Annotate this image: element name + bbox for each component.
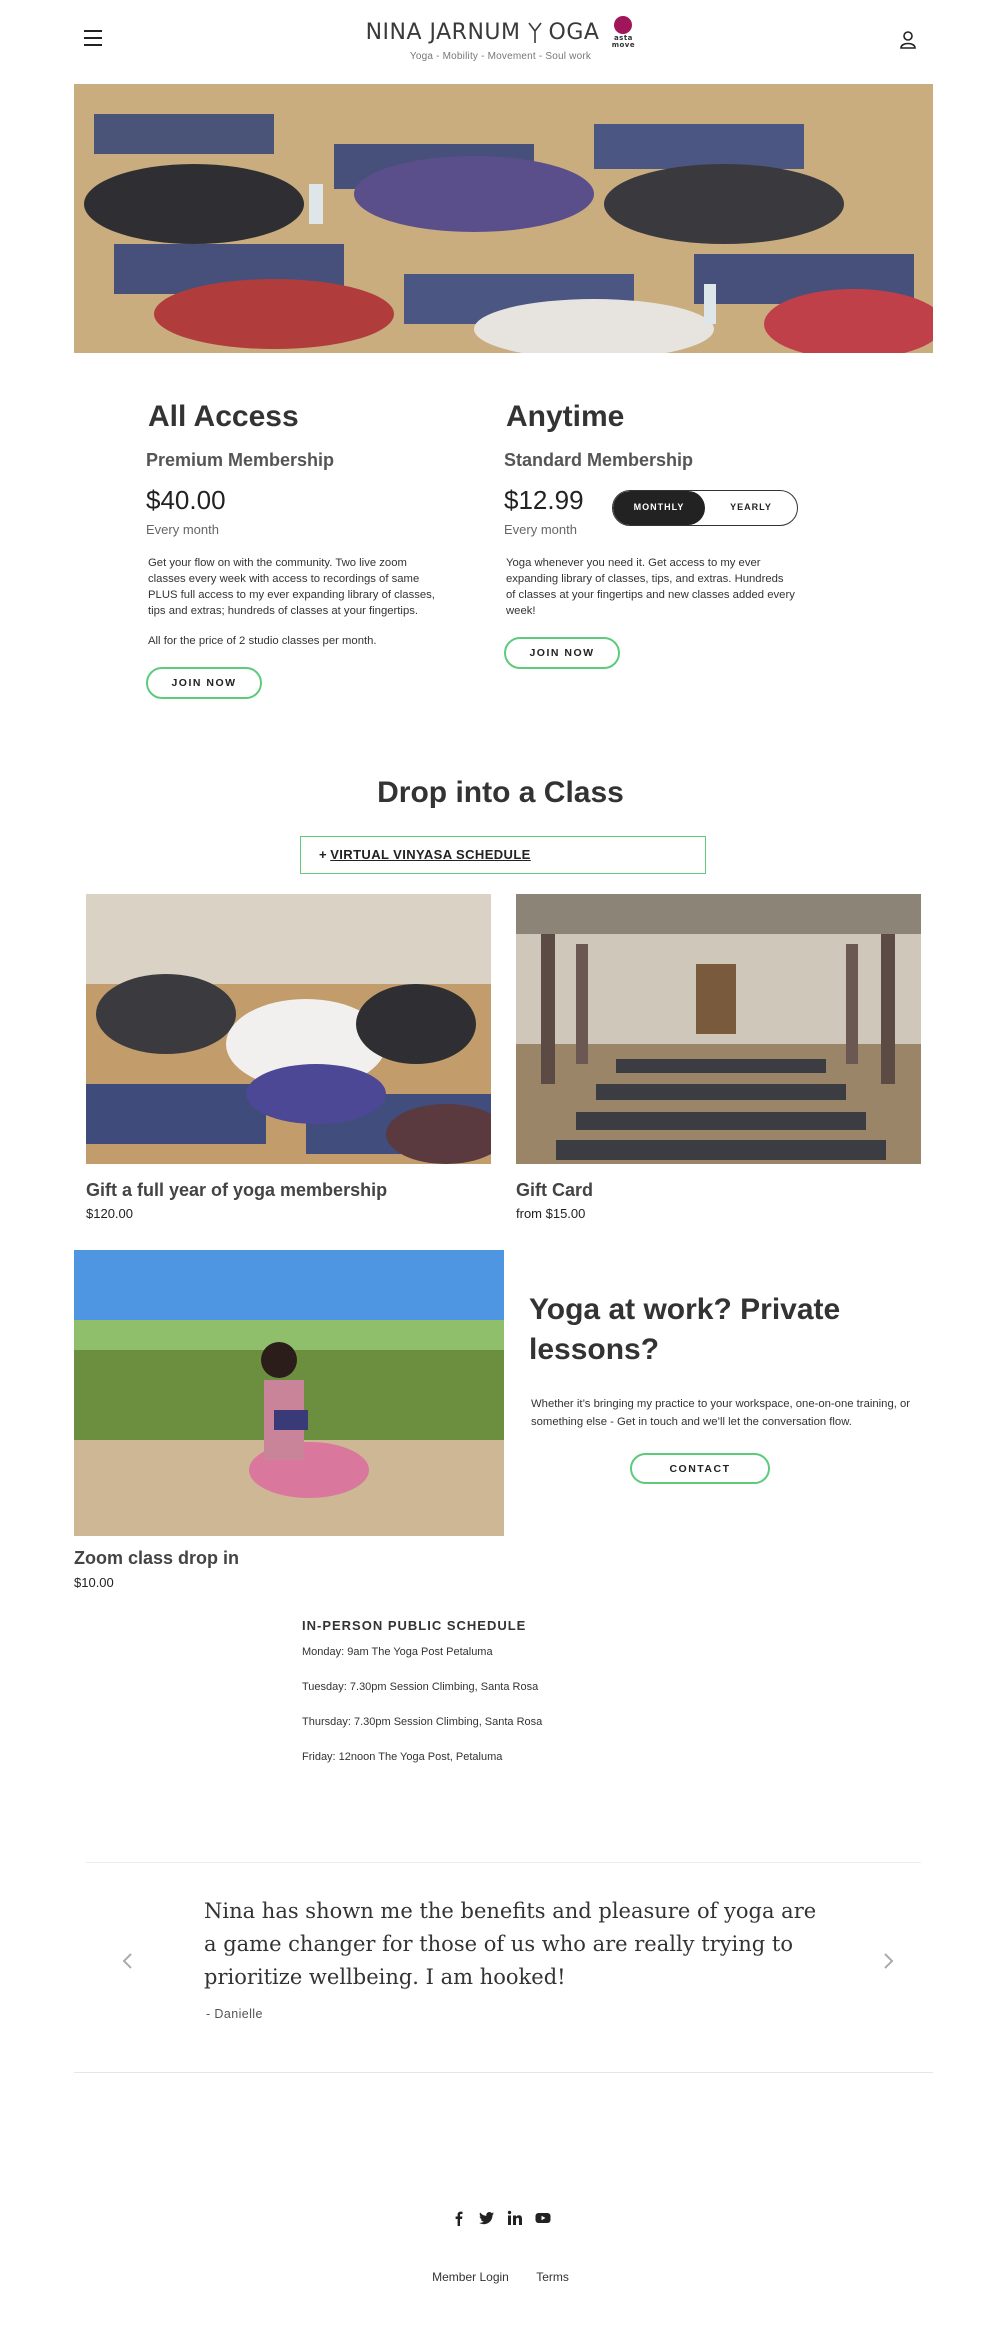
toggle-yearly[interactable]: YEARLY xyxy=(705,491,797,525)
testimonial-author: - Danielle xyxy=(206,2007,263,2021)
site-logo[interactable]: NINA JARNUM OGA asta move Yoga - Mobilit… xyxy=(0,16,1001,62)
facebook-icon[interactable] xyxy=(451,2210,467,2226)
in-person-schedule: IN-PERSON PUBLIC SCHEDULE Monday: 9am Th… xyxy=(302,1618,542,1763)
membership-description: Get your flow on with the community. Two… xyxy=(148,557,435,617)
private-lessons-description: Whether it’s bringing my practice to you… xyxy=(531,1398,911,1428)
in-person-schedule-heading: IN-PERSON PUBLIC SCHEDULE xyxy=(302,1618,527,1633)
yoga-figure-icon xyxy=(527,22,542,43)
user-account-icon[interactable] xyxy=(899,30,917,50)
terms-link[interactable]: Terms xyxy=(536,2270,569,2284)
membership-period: Every month xyxy=(146,522,219,537)
brand-name-left: NINA JARNUM xyxy=(365,20,521,45)
join-now-button-all-access[interactable]: JOIN NOW xyxy=(146,667,262,699)
product-title[interactable]: Gift a full year of yoga membership xyxy=(86,1180,387,1201)
toggle-monthly[interactable]: MONTHLY xyxy=(613,491,705,525)
chevron-left-icon[interactable] xyxy=(120,1950,136,1972)
schedule-item: Tuesday: 7.30pm Session Climbing, Santa … xyxy=(302,1681,539,1693)
asta-move-logo-icon: asta move xyxy=(611,16,635,49)
billing-period-toggle[interactable]: MONTHLY YEARLY xyxy=(612,490,798,526)
membership-price: $40.00 xyxy=(146,485,226,515)
social-links xyxy=(0,2210,1001,2226)
virtual-vinyasa-schedule-toggle[interactable]: + VIRTUAL VINYASA SCHEDULE xyxy=(300,836,706,874)
brand-name-right: OGA xyxy=(548,20,600,45)
hero-image-yoga-class xyxy=(74,84,933,353)
membership-title: All Access xyxy=(148,400,299,433)
gift-membership-image[interactable] xyxy=(86,894,491,1164)
member-login-link[interactable]: Member Login xyxy=(432,2270,509,2284)
section-divider xyxy=(74,2072,933,2073)
chevron-right-icon[interactable] xyxy=(880,1950,896,1972)
join-now-button-anytime[interactable]: JOIN NOW xyxy=(504,637,620,669)
membership-anytime: Anytime Standard Membership $12.99 Every… xyxy=(504,400,804,669)
site-header: NINA JARNUM OGA asta move Yoga - Mobilit… xyxy=(0,0,1001,82)
drop-in-section-title: Drop into a Class xyxy=(377,776,624,809)
site-tagline: Yoga - Mobility - Movement - Soul work xyxy=(409,51,592,62)
section-divider xyxy=(86,1862,921,1863)
membership-all-access: All Access Premium Membership $40.00 Eve… xyxy=(146,400,446,699)
membership-description-note: All for the price of 2 studio classes pe… xyxy=(148,635,377,647)
testimonial-quote: Nina has shown me the benefits and pleas… xyxy=(204,1899,817,1989)
product-price: from $15.00 xyxy=(516,1206,586,1221)
schedule-item: Monday: 9am The Yoga Post Petaluma xyxy=(302,1646,493,1658)
membership-description: Yoga whenever you need it. Get access to… xyxy=(506,557,795,617)
membership-title: Anytime xyxy=(506,400,625,433)
product-title[interactable]: Zoom class drop in xyxy=(74,1548,239,1569)
membership-subtitle: Standard Membership xyxy=(504,450,694,470)
linkedin-icon[interactable] xyxy=(507,2210,523,2226)
schedule-item: Friday: 12noon The Yoga Post, Petaluma xyxy=(302,1751,503,1763)
product-price: $10.00 xyxy=(74,1575,114,1590)
product-title[interactable]: Gift Card xyxy=(516,1180,593,1201)
zoom-class-image[interactable] xyxy=(74,1250,504,1536)
private-lessons-title: Yoga at work? Private lessons? xyxy=(529,1293,841,1366)
twitter-icon[interactable] xyxy=(478,2210,495,2226)
membership-subtitle: Premium Membership xyxy=(146,450,335,470)
youtube-icon[interactable] xyxy=(535,2210,551,2226)
gift-card-image[interactable] xyxy=(516,894,921,1164)
contact-button[interactable]: CONTACT xyxy=(630,1453,770,1484)
brand-mark-text: asta move xyxy=(611,34,636,49)
schedule-link-label[interactable]: VIRTUAL VINYASA SCHEDULE xyxy=(330,847,531,862)
product-price: $120.00 xyxy=(86,1206,133,1221)
schedule-item: Thursday: 7.30pm Session Climbing, Santa… xyxy=(302,1716,543,1728)
footer-links: Member Login Terms xyxy=(0,2270,1001,2284)
expand-plus-icon: + xyxy=(319,847,327,862)
